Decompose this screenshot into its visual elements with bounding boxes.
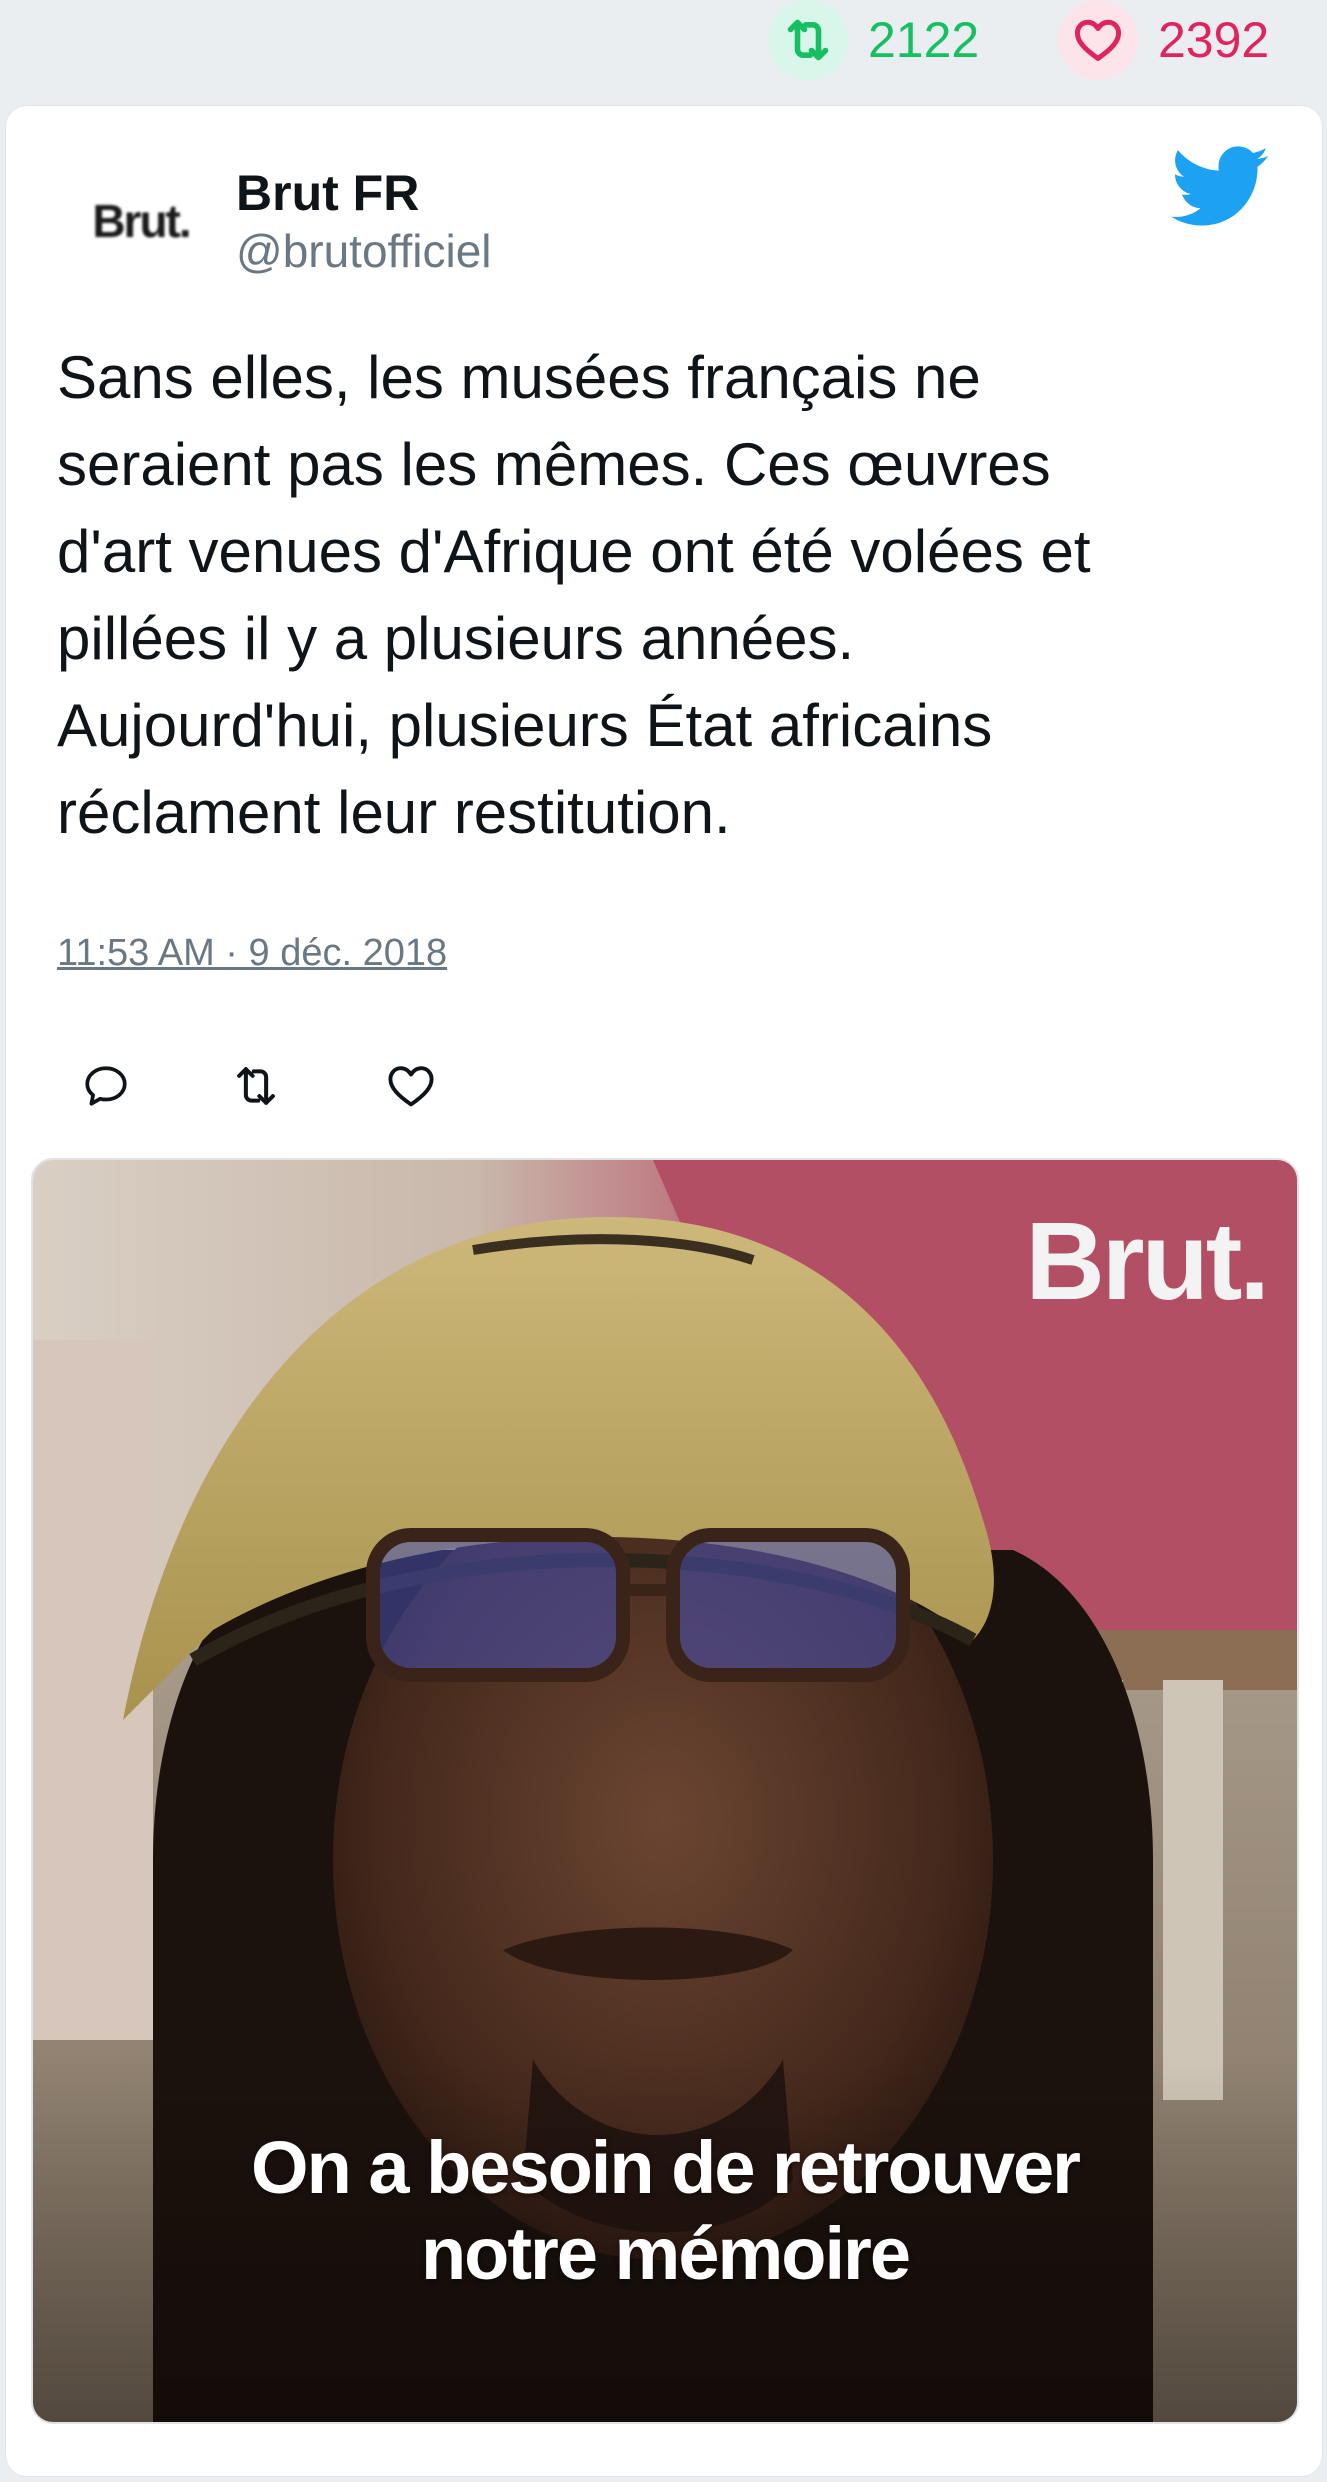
retweet-stat[interactable]: 2122 xyxy=(768,0,979,80)
like-count: 2392 xyxy=(1158,12,1270,68)
reply-icon xyxy=(85,1066,127,1106)
engagement-stats: 2122 2392 xyxy=(0,0,1327,100)
tweet-video[interactable]: Brut. On a besoin de retrouver notre mém… xyxy=(31,1158,1299,2424)
like-stat[interactable]: 2392 xyxy=(1058,0,1269,80)
like-button[interactable] xyxy=(371,1046,451,1126)
reply-button[interactable] xyxy=(66,1046,146,1126)
heart-icon xyxy=(388,1066,434,1107)
retweet-stat-icon xyxy=(768,0,848,80)
user-handle[interactable]: @brutofficiel xyxy=(236,224,492,278)
video-caption: On a besoin de retrouver notre mémoire xyxy=(251,2126,1081,2295)
retweet-count: 2122 xyxy=(868,12,980,68)
tweet-text: Sans elles, les musées français ne serai… xyxy=(57,344,1091,846)
retweet-icon xyxy=(237,1067,275,1105)
avatar[interactable]: Brut. xyxy=(71,176,211,266)
display-name[interactable]: Brut FR xyxy=(236,164,419,222)
brut-watermark: Brut. xyxy=(1025,1200,1270,1323)
twitter-bird-icon[interactable] xyxy=(1170,146,1281,236)
heart-stat-icon xyxy=(1058,0,1138,80)
retweet-button[interactable] xyxy=(216,1046,296,1126)
tweet-card: Brut. Brut FR @brutofficiel Sans elles, … xyxy=(5,105,1323,2477)
tweet-timestamp[interactable]: 11:53 AM · 9 déc. 2018 xyxy=(57,932,447,975)
